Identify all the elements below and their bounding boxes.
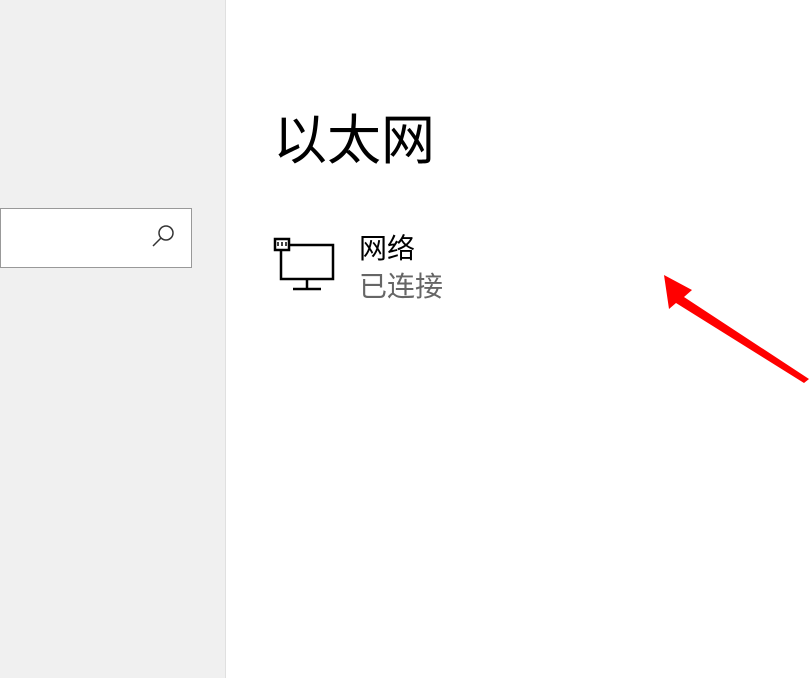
search-icon xyxy=(150,223,176,254)
ethernet-icon xyxy=(273,237,341,298)
search-input[interactable] xyxy=(0,227,150,250)
settings-sidebar xyxy=(0,0,226,678)
search-box[interactable] xyxy=(0,208,192,268)
page-title: 以太网 xyxy=(273,106,810,176)
network-name: 网络 xyxy=(359,230,443,268)
network-connection-item[interactable]: 网络 已连接 xyxy=(273,230,810,306)
network-text-group: 网络 已连接 xyxy=(359,230,443,306)
network-status: 已连接 xyxy=(359,268,443,306)
main-content: 以太网 网络 已连接 xyxy=(226,0,810,678)
